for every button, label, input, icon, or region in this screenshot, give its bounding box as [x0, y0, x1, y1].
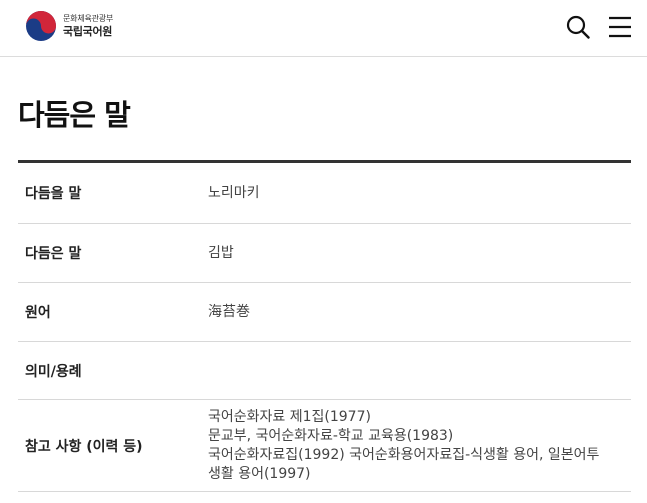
organization-name: 국립국어원: [63, 25, 113, 38]
table-row-original-word: 다듬을 말 노리마키: [18, 163, 631, 224]
term-detail-table: 다듬을 말 노리마키 다듬은 말 김밥 원어 海苔巻 의미/용례 참고 사항 (…: [18, 160, 631, 492]
row-label: 참고 사항 (이력 등): [25, 438, 143, 455]
row-label: 원어: [25, 305, 51, 321]
row-label: 다듬을 말: [25, 186, 82, 202]
search-icon: [566, 15, 590, 39]
menu-button[interactable]: [607, 14, 633, 40]
reference-line: 국어순화자료 제1집(1977): [208, 408, 371, 425]
row-label: 의미/용례: [25, 363, 82, 380]
reference-line: 국어순화자료집(1992) 국어순화용어자료집-식생활 용어, 일본어투: [208, 446, 600, 463]
table-row-refined-word: 다듬은 말 김밥: [18, 224, 631, 283]
row-label: 다듬은 말: [25, 246, 82, 262]
search-button[interactable]: [565, 14, 591, 40]
table-row-source-language: 원어 海苔巻: [18, 283, 631, 342]
government-emblem-icon: [26, 11, 56, 41]
site-logo[interactable]: 문화체육관광부 국립국어원: [25, 10, 113, 42]
row-value: 국어순화자료 제1집(1977) 문교부, 국어순화자료-학교 교육용(1983…: [208, 408, 631, 484]
reference-line: 생활 용어(1997): [208, 465, 311, 482]
ministry-name: 문화체육관광부: [63, 14, 114, 23]
table-row-meaning-usage: 의미/용례: [18, 342, 631, 400]
site-header: 문화체육관광부 국립국어원: [0, 0, 647, 57]
hamburger-menu-icon: [609, 16, 631, 38]
table-row-references: 참고 사항 (이력 등) 국어순화자료 제1집(1977) 문교부, 국어순화자…: [18, 400, 631, 492]
row-value: 海苔巻: [208, 303, 250, 320]
reference-line: 문교부, 국어순화자료-학교 교육용(1983): [208, 427, 454, 444]
row-value: 노리마키: [208, 184, 260, 201]
row-value: 김밥: [208, 244, 234, 261]
page-title: 다듬은 말: [18, 98, 131, 132]
